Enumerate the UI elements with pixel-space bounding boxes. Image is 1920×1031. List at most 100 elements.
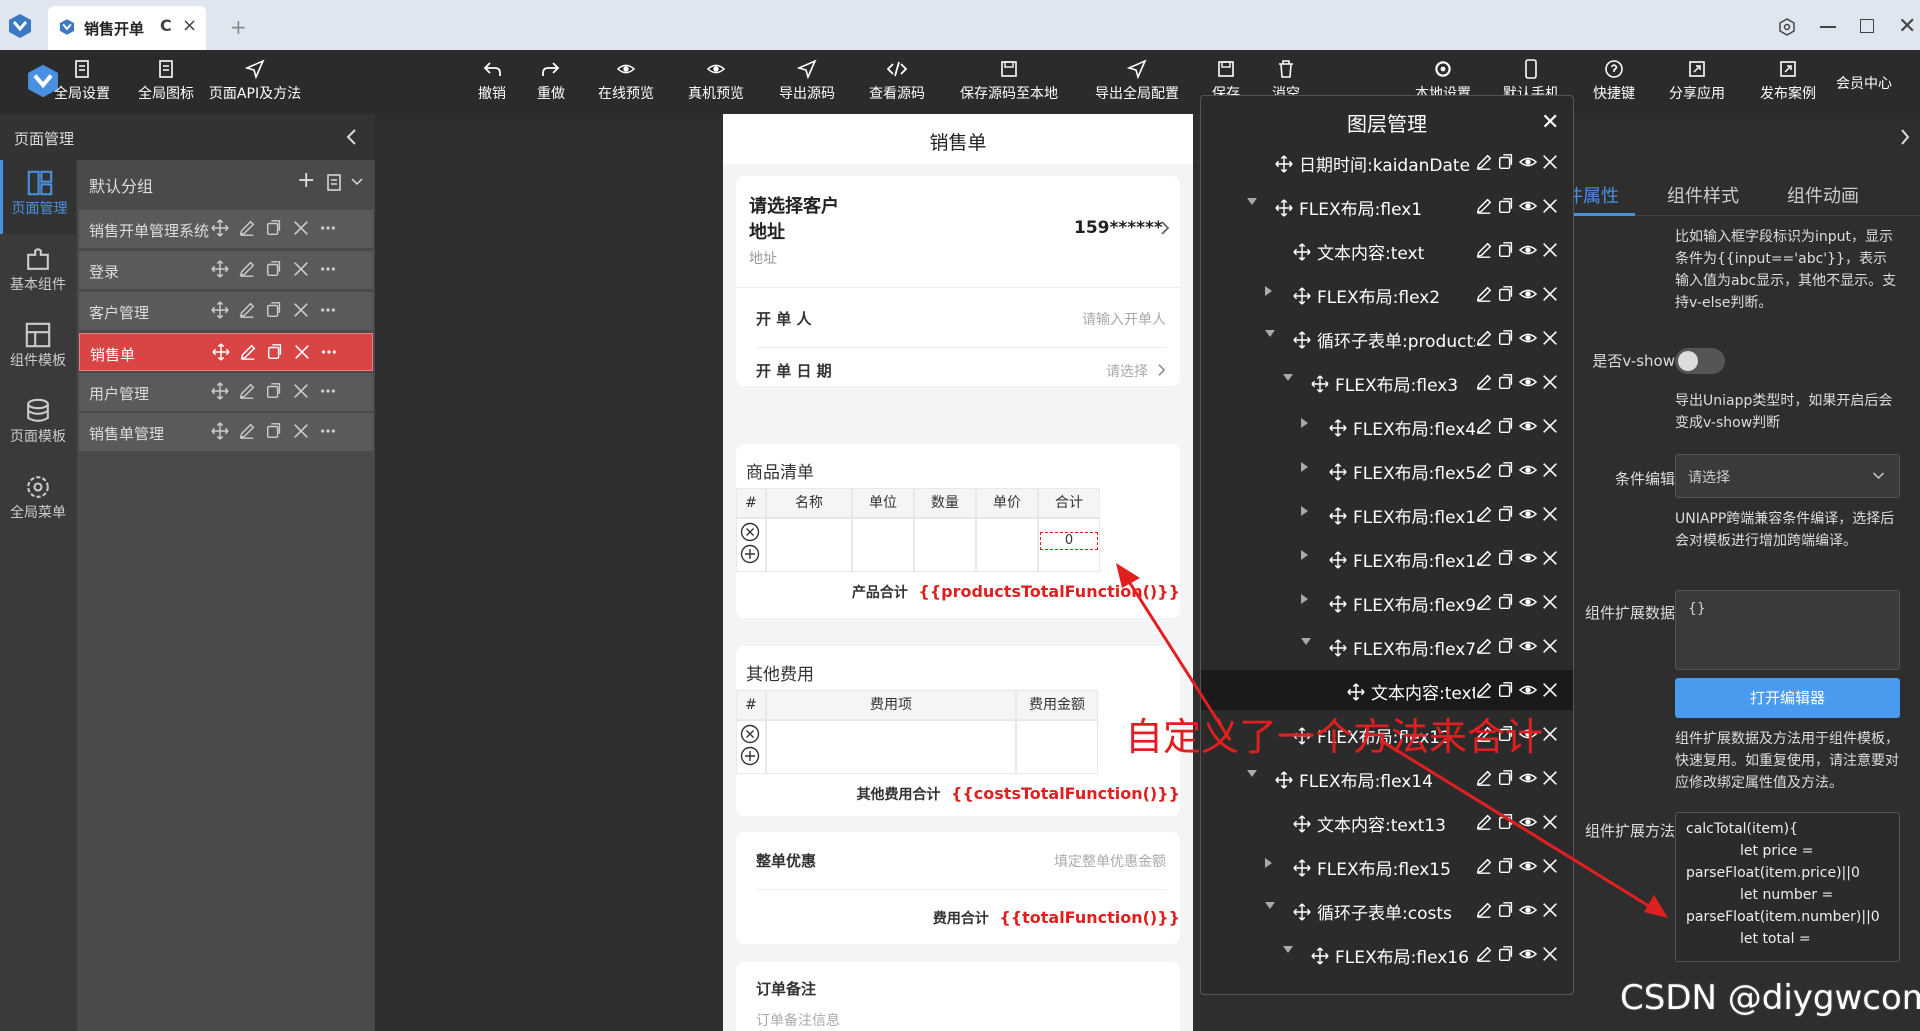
edit-icon[interactable] — [1475, 769, 1493, 787]
move-icon[interactable] — [212, 343, 230, 361]
close-icon[interactable] — [292, 219, 310, 237]
layer-item[interactable]: FLEX布局:flex7 — [1201, 626, 1573, 666]
add-row-icon[interactable] — [740, 544, 760, 564]
toolbar-center-button-5[interactable]: 查看源码 — [855, 58, 939, 110]
edit-icon[interactable] — [1475, 901, 1493, 919]
nav-item-4[interactable]: 全局菜单 — [0, 464, 76, 538]
edit-icon[interactable] — [1475, 241, 1493, 259]
edit-icon[interactable] — [238, 422, 256, 440]
group-header[interactable]: 默认分组 + — [77, 160, 375, 206]
drag-handle-icon[interactable] — [1293, 814, 1311, 833]
close-icon[interactable] — [1541, 681, 1559, 699]
toolbar-button-1[interactable]: 全局图标 — [118, 58, 214, 110]
layer-item[interactable]: 文本内容:text — [1201, 230, 1573, 270]
layer-item[interactable]: FLEX布局:flex16 — [1201, 934, 1573, 974]
copy-icon[interactable] — [1497, 417, 1515, 435]
copy-icon[interactable] — [1497, 505, 1515, 523]
close-icon[interactable] — [1541, 593, 1559, 611]
close-icon[interactable] — [1541, 505, 1559, 523]
toolbar-center-button-4[interactable]: 导出源码 — [765, 58, 849, 110]
settings-hex-icon[interactable] — [1778, 18, 1796, 36]
drag-handle-icon[interactable] — [1329, 418, 1347, 437]
toolbar-center-button-7[interactable]: 导出全局配置 — [1079, 58, 1195, 110]
tab-styles[interactable]: 组件样式 — [1667, 182, 1739, 208]
toolbar-center-button-6[interactable]: 保存源码至本地 — [943, 58, 1075, 110]
expand-right-icon[interactable] — [1301, 550, 1309, 560]
layer-item[interactable]: FLEX布局:flex1 — [1201, 538, 1573, 578]
edit-icon[interactable] — [1475, 945, 1493, 963]
page-template-icon[interactable] — [327, 174, 343, 192]
move-icon[interactable] — [211, 422, 229, 440]
drag-handle-icon[interactable] — [1275, 154, 1293, 173]
more-icon[interactable] — [319, 382, 337, 400]
close-icon[interactable] — [292, 382, 310, 400]
remove-row-icon[interactable] — [740, 522, 760, 542]
edit-icon[interactable] — [1475, 813, 1493, 831]
edit-icon[interactable] — [1475, 373, 1493, 391]
expand-down-icon[interactable] — [1301, 638, 1311, 646]
toolbar-button-2[interactable]: 页面API及方法 — [207, 58, 303, 110]
eye-icon[interactable] — [1519, 813, 1537, 831]
edit-icon[interactable] — [1475, 681, 1493, 699]
edit-icon[interactable] — [1475, 461, 1493, 479]
toolbar-center-button-1[interactable]: 重做 — [525, 58, 577, 110]
more-icon[interactable] — [319, 301, 337, 319]
expand-right-icon[interactable] — [1301, 594, 1309, 604]
close-icon[interactable] — [1541, 857, 1559, 875]
edit-icon[interactable] — [1475, 329, 1493, 347]
drag-handle-icon[interactable] — [1293, 242, 1311, 261]
creator-field[interactable]: 开 单 人 请输入开单人 — [756, 288, 1166, 348]
copy-icon[interactable] — [1497, 769, 1515, 787]
page-list-item[interactable]: 用户管理 — [79, 373, 373, 411]
remove-row-icon[interactable] — [740, 724, 760, 744]
table-cell-4[interactable] — [976, 518, 1038, 572]
layer-item[interactable]: FLEX布局:flex1 — [1201, 494, 1573, 534]
edit-icon[interactable] — [238, 382, 256, 400]
drag-handle-icon[interactable] — [1293, 902, 1311, 921]
edit-icon[interactable] — [1475, 197, 1493, 215]
remark-input[interactable]: 订单备注信息 — [756, 1010, 840, 1030]
close-icon[interactable] — [1541, 945, 1559, 963]
copy-icon[interactable] — [1497, 901, 1515, 919]
discount-field[interactable]: 整单优惠 填定整单优惠金额 — [756, 832, 1166, 890]
window-close-icon[interactable]: ✕ — [1898, 14, 1916, 39]
add-page-icon[interactable]: + — [297, 168, 315, 193]
drag-handle-icon[interactable] — [1311, 374, 1329, 393]
expand-down-icon[interactable] — [1265, 902, 1275, 910]
reload-icon[interactable]: C — [160, 16, 172, 35]
eye-icon[interactable] — [1519, 681, 1537, 699]
close-icon[interactable] — [1541, 461, 1559, 479]
layer-item[interactable]: FLEX布局:flex3 — [1201, 362, 1573, 402]
close-icon[interactable] — [1541, 373, 1559, 391]
edit-icon[interactable] — [1475, 285, 1493, 303]
copy-icon[interactable] — [1497, 549, 1515, 567]
expand-right-icon[interactable] — [1301, 418, 1309, 428]
toolbar-center-button-3[interactable]: 真机预览 — [674, 58, 758, 110]
edit-icon[interactable] — [238, 219, 256, 237]
eye-icon[interactable] — [1519, 417, 1537, 435]
edit-icon[interactable] — [238, 260, 256, 278]
drag-handle-icon[interactable] — [1293, 330, 1311, 349]
move-icon[interactable] — [211, 301, 229, 319]
page-list-item[interactable]: 销售单管理 — [79, 413, 373, 451]
expand-right-icon[interactable] — [1301, 506, 1309, 516]
move-icon[interactable] — [211, 382, 229, 400]
close-icon[interactable] — [1541, 153, 1559, 171]
move-icon[interactable] — [211, 219, 229, 237]
drag-handle-icon[interactable] — [1329, 506, 1347, 525]
more-icon[interactable] — [319, 219, 337, 237]
close-icon[interactable] — [1541, 329, 1559, 347]
nav-item-3[interactable]: 页面模板 — [0, 388, 76, 462]
page-list-item[interactable]: 销售单 — [79, 333, 373, 371]
close-icon[interactable] — [293, 343, 311, 361]
nav-item-1[interactable]: 基本组件 — [0, 236, 76, 310]
expand-down-icon[interactable] — [1247, 198, 1257, 206]
edit-icon[interactable] — [238, 301, 256, 319]
eye-icon[interactable] — [1519, 197, 1537, 215]
nav-item-2[interactable]: 组件模板 — [0, 312, 76, 386]
move-icon[interactable] — [211, 260, 229, 278]
edit-icon[interactable] — [1475, 637, 1493, 655]
condition-select[interactable]: 请选择 — [1675, 454, 1900, 498]
eye-icon[interactable] — [1519, 373, 1537, 391]
nav-item-0[interactable]: 页面管理 — [0, 160, 76, 234]
